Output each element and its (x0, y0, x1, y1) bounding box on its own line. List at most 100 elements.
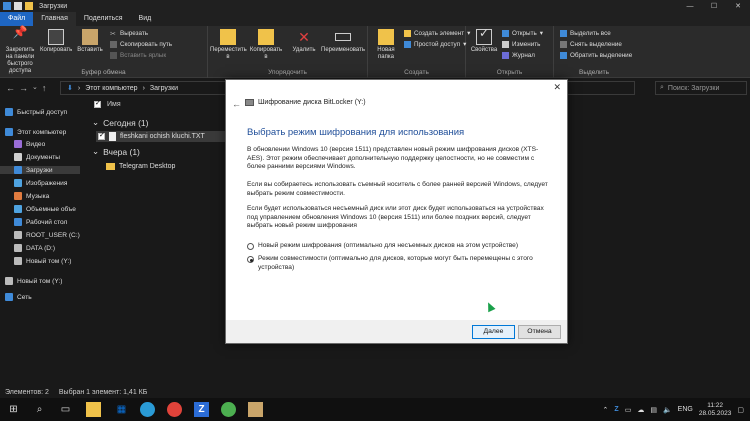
task-view-icon[interactable]: ▭ (58, 402, 73, 417)
bitlocker-drive-icon (245, 99, 254, 106)
z-app-icon[interactable]: Z (194, 402, 209, 417)
sidebar-item[interactable]: Изображения (0, 179, 67, 187)
sidebar-item[interactable]: Видео (0, 140, 45, 148)
search-icon: ⌕ (660, 84, 664, 91)
volume-icon[interactable]: 🔈 (663, 406, 672, 414)
copy-to-button[interactable]: Копировать в (248, 29, 284, 61)
up-arrow-icon[interactable]: ↑ (42, 83, 47, 93)
next-button[interactable]: Далее (472, 325, 515, 339)
invert-selection-button[interactable]: Обратить выделение (560, 52, 632, 59)
store-icon[interactable]: ▦ (114, 402, 129, 417)
paste-shortcut-button[interactable]: Вставить ярлык (110, 52, 166, 59)
breadcrumb-downloads[interactable]: Загрузки (150, 85, 178, 92)
properties-button[interactable]: ✓ Свойства (468, 27, 500, 54)
sidebar-item[interactable]: Рабочий стол (0, 218, 67, 226)
tab-file[interactable]: Файл (0, 12, 34, 26)
z-tray-icon[interactable]: Z (614, 406, 618, 413)
sidebar-item[interactable]: Документы (0, 153, 60, 161)
sidebar-item[interactable]: Музыка (0, 192, 49, 200)
sidebar-item[interactable]: DATA (D:) (0, 244, 55, 252)
file-row[interactable]: fleshkani ochish kluchi.TXT (96, 131, 226, 142)
network-icon[interactable]: ▤ (650, 406, 657, 414)
taskbar: ⊞ ⌕ ▭ ▦ Z ⌃ Z ▭ ☁ ▤ 🔈 ENG 11:22 28.05.20… (0, 398, 750, 421)
cut-button[interactable]: ✂ Вырезать (110, 30, 148, 38)
file-explorer-icon[interactable] (86, 402, 101, 417)
down-arrow-icon[interactable] (3, 2, 11, 10)
usb-icon[interactable]: ▭ (625, 406, 632, 414)
close-button[interactable]: ✕ (726, 0, 750, 12)
sidebar-item[interactable]: Быстрый доступ (0, 108, 67, 116)
open-label: Открыть (512, 30, 537, 37)
tab-share[interactable]: Поделиться (76, 12, 131, 26)
properties-check-icon: ✓ (476, 27, 492, 45)
cancel-button[interactable]: Отмена (518, 325, 561, 339)
sidebar-item[interactable]: Сеть (0, 293, 32, 301)
sidebar-item[interactable]: Загрузки (0, 166, 80, 174)
sidebar-item[interactable]: Объемные объе (0, 205, 76, 213)
chevron-up-icon[interactable]: ⌃ (603, 406, 609, 414)
radio-button[interactable] (247, 256, 254, 263)
back-arrow-icon[interactable]: ← (6, 83, 15, 93)
minimize-button[interactable]: — (678, 0, 702, 12)
onedrive-icon[interactable]: ☁ (637, 406, 644, 414)
system-tray: ⌃ Z ▭ ☁ ▤ 🔈 ENG 11:22 28.05.2023 ▢ (603, 398, 750, 421)
sidebar-item[interactable]: Новый том (Y:) (0, 257, 71, 265)
delete-button[interactable]: ✕ Удалить (288, 29, 320, 54)
group-header-yesterday[interactable]: ⌄ Вчера (1) (92, 146, 140, 157)
search-icon[interactable]: ⌕ (32, 402, 47, 417)
maximize-button[interactable]: ☐ (702, 0, 726, 12)
radio-label: Новый режим шифрования (оптимально для н… (258, 242, 519, 249)
rename-label: Переименовать (321, 47, 365, 53)
paste-button[interactable]: Вставить (74, 29, 106, 54)
folder-icon[interactable] (25, 2, 33, 10)
group-header-today[interactable]: ⌄ Сегодня (1) (92, 117, 148, 128)
select-all-button[interactable]: Выделить все (560, 30, 611, 37)
easy-access-button[interactable]: Простой доступ ▾ (404, 41, 466, 48)
new-item-button[interactable]: Создать элемент ▾ (404, 30, 470, 37)
breadcrumb-sep-icon: › (142, 84, 145, 92)
clock[interactable]: 11:22 28.05.2023 (699, 402, 732, 418)
rename-button[interactable]: Переименовать (320, 29, 366, 54)
row-checkbox[interactable] (98, 131, 105, 140)
start-windows-icon[interactable]: ⊞ (6, 402, 21, 417)
download-icon (14, 166, 22, 174)
notifications-icon[interactable]: ▢ (737, 406, 744, 414)
edge-icon[interactable] (140, 402, 155, 417)
new-folder-button[interactable]: Новая папка (370, 29, 402, 61)
bitlocker-dialog: ✕ ← Шифрование диска BitLocker (Y:) Выбр… (225, 79, 568, 344)
open-button[interactable]: Открыть ▾ (502, 30, 543, 37)
tab-home[interactable]: Главная (33, 12, 76, 26)
archive-app-icon[interactable] (248, 402, 263, 417)
properties-icon[interactable] (14, 2, 22, 10)
sidebar-item[interactable]: Новый том (Y:) (0, 277, 62, 285)
copy-button[interactable]: Копировать (40, 29, 72, 54)
copy-path-button[interactable]: Скопировать путь (110, 41, 172, 48)
radio-compat-mode[interactable]: Режим совместимости (оптимально для диск… (247, 255, 552, 272)
tab-view[interactable]: Вид (131, 12, 160, 26)
chrome-green-icon[interactable] (221, 402, 236, 417)
history-button[interactable]: Журнал (502, 52, 535, 59)
column-name[interactable]: Имя (107, 101, 121, 108)
easy-access-icon (404, 41, 411, 48)
properties-label: Свойства (470, 47, 498, 53)
chrome-icon[interactable] (167, 402, 182, 417)
language-indicator[interactable]: ENG (678, 406, 693, 413)
recent-chevron-icon[interactable]: ⌄ (32, 83, 38, 93)
sidebar-item[interactable]: Этот компьютер (0, 128, 66, 136)
ribbon-tabs: Файл Главная Поделиться Вид (0, 12, 750, 26)
column-header[interactable]: Имя (94, 99, 121, 108)
radio-new-mode[interactable]: Новый режим шифрования (оптимально для н… (247, 242, 552, 251)
forward-arrow-icon[interactable]: → (19, 83, 28, 93)
back-arrow-icon[interactable]: ← (232, 99, 241, 109)
file-row[interactable]: Telegram Desktop (106, 161, 175, 172)
select-none-button[interactable]: Снять выделение (560, 41, 622, 48)
radio-button[interactable] (247, 243, 254, 250)
select-all-checkbox[interactable] (94, 99, 101, 108)
search-input[interactable]: ⌕ Поиск: Загрузки (655, 81, 747, 95)
close-icon[interactable]: ✕ (553, 82, 561, 93)
sidebar-item[interactable]: ROOT_USER (C:) (0, 231, 80, 239)
move-to-button[interactable]: Переместить в (210, 29, 247, 61)
open-icon (502, 30, 509, 37)
breadcrumb-this-pc[interactable]: Этот компьютер (85, 85, 137, 92)
edit-button[interactable]: Изменить (502, 41, 540, 48)
